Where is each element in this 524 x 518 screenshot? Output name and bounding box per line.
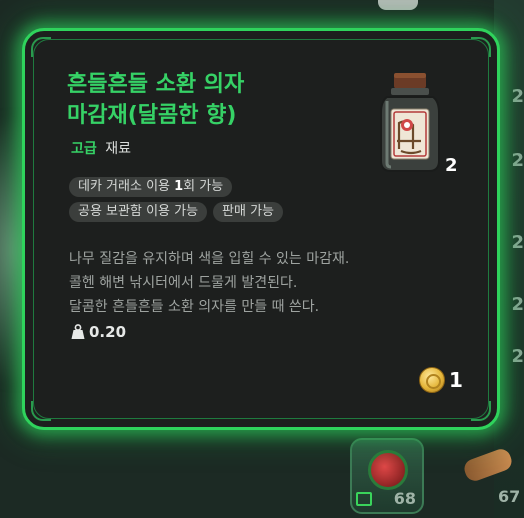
weight-icon bbox=[71, 324, 85, 339]
item-name-line: 마감재(달콤한 향) bbox=[67, 103, 237, 128]
slot-count: 68 bbox=[393, 489, 416, 508]
jar-icon bbox=[380, 73, 440, 172]
frame-corner-ornament bbox=[31, 37, 51, 57]
item-name: 흔들흔들 소환 의자 마감재(달콤한 향) bbox=[67, 69, 367, 131]
item-category: 재료 bbox=[105, 141, 131, 157]
item-quantity: 2 bbox=[445, 155, 458, 176]
background-count: 2 bbox=[511, 150, 524, 171]
item-name-line: 흔들흔들 소환 의자 bbox=[67, 72, 245, 97]
price-value: 1 bbox=[449, 368, 463, 392]
item-tooltip: 흔들흔들 소환 의자 마감재(달콤한 향) 고급 재료 2 데카 거래소 이용 … bbox=[22, 28, 500, 430]
tag-sellable: 판매 가능 bbox=[213, 202, 284, 222]
item-tags: 데카 거래소 이용 1회 가능 공용 보관함 이용 가능 판매 가능 bbox=[69, 177, 284, 227]
item-price: 1 bbox=[419, 367, 463, 393]
background-count: 2 bbox=[511, 346, 524, 367]
item-grade: 고급 bbox=[71, 141, 97, 157]
item-description: 나무 질감을 유지하며 색을 입힐 수 있는 마감재. 콜헨 해변 낚시터에서 … bbox=[69, 247, 459, 319]
description-line: 달콤한 흔들흔들 소환 의자를 만들 때 쓴다. bbox=[69, 299, 320, 315]
description-line: 나무 질감을 유지하며 색을 입힐 수 있는 마감재. bbox=[69, 251, 350, 267]
item-grade-category: 고급 재료 bbox=[71, 138, 131, 158]
weight-value: 0.20 bbox=[89, 323, 127, 341]
gold-coin-icon bbox=[419, 367, 445, 393]
tag-shared-storage: 공용 보관함 이용 가능 bbox=[69, 202, 208, 222]
slot-count: 67 bbox=[498, 487, 521, 506]
item-weight: 0.20 bbox=[71, 323, 126, 341]
frame-corner-ornament bbox=[471, 401, 491, 421]
item-thumbnail-icon bbox=[368, 450, 408, 490]
tag-trade-limit: 데카 거래소 이용 1회 가능 bbox=[69, 177, 233, 197]
description-line: 콜헨 해변 낚시터에서 드물게 발견된다. bbox=[69, 275, 298, 291]
background-count: 2 bbox=[511, 294, 524, 315]
frame-corner-ornament bbox=[31, 401, 51, 421]
inventory-slot[interactable]: 68 bbox=[350, 438, 424, 514]
frame-corner-ornament bbox=[471, 37, 491, 57]
background-count: 2 bbox=[511, 86, 524, 107]
inventory-slot[interactable]: 67 bbox=[456, 440, 524, 512]
background-top-button bbox=[378, 0, 418, 10]
cart-icon bbox=[356, 492, 372, 506]
wood-log-icon bbox=[461, 446, 515, 484]
background-count: 2 bbox=[511, 232, 524, 253]
